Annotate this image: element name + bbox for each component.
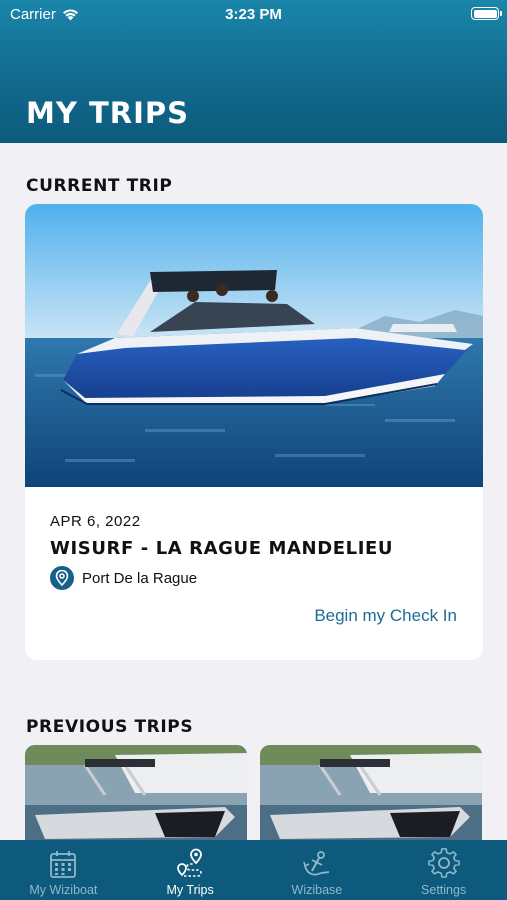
status-bar: Carrier 3:23 PM bbox=[0, 0, 507, 28]
tab-bar: My Wiziboat My Trips Wizibase Settings bbox=[0, 840, 507, 900]
tab-label: Settings bbox=[421, 883, 467, 897]
boat-photo bbox=[25, 204, 483, 487]
previous-trip-photo bbox=[260, 745, 482, 845]
route-map-icon bbox=[177, 848, 203, 877]
current-trip-card[interactable]: APR 6, 2022 WISURF - LA RAGUE MANDELIEU … bbox=[25, 204, 483, 660]
previous-trip-photo bbox=[25, 745, 247, 845]
trip-name: WISURF - LA RAGUE MANDELIEU bbox=[50, 538, 394, 559]
trip-location-label: Port De la Rague bbox=[82, 569, 198, 587]
calendar-icon bbox=[50, 851, 77, 878]
my-trips-screen: Carrier 3:23 PM MY TRIPS CURRENT TRIP AP… bbox=[0, 0, 507, 900]
tab-label: Wizibase bbox=[291, 883, 343, 897]
tab-settings[interactable]: Settings bbox=[380, 840, 507, 900]
gear-icon bbox=[427, 848, 460, 878]
map-pin-icon bbox=[50, 566, 74, 590]
tab-wizibase[interactable]: Wizibase bbox=[254, 840, 381, 900]
tab-label: My Wiziboat bbox=[29, 883, 98, 897]
anchor-icon bbox=[303, 851, 329, 876]
battery-icon bbox=[471, 7, 502, 20]
previous-trip-card[interactable] bbox=[260, 745, 482, 845]
begin-checkin-link[interactable]: Begin my Check In bbox=[314, 606, 457, 626]
page-title: MY TRIPS bbox=[26, 96, 189, 130]
trip-date: APR 6, 2022 bbox=[50, 513, 141, 530]
tab-my-wiziboat[interactable]: My Wiziboat bbox=[0, 840, 127, 900]
previous-trips-heading: PREVIOUS TRIPS bbox=[26, 717, 194, 737]
trip-location: Port De la Rague bbox=[50, 566, 197, 590]
tab-my-trips[interactable]: My Trips bbox=[127, 840, 254, 900]
tab-label: My Trips bbox=[166, 883, 214, 897]
current-trip-heading: CURRENT TRIP bbox=[26, 176, 173, 196]
previous-trip-card[interactable] bbox=[25, 745, 247, 845]
status-time: 3:23 PM bbox=[225, 6, 282, 23]
header: Carrier 3:23 PM MY TRIPS bbox=[0, 0, 507, 143]
